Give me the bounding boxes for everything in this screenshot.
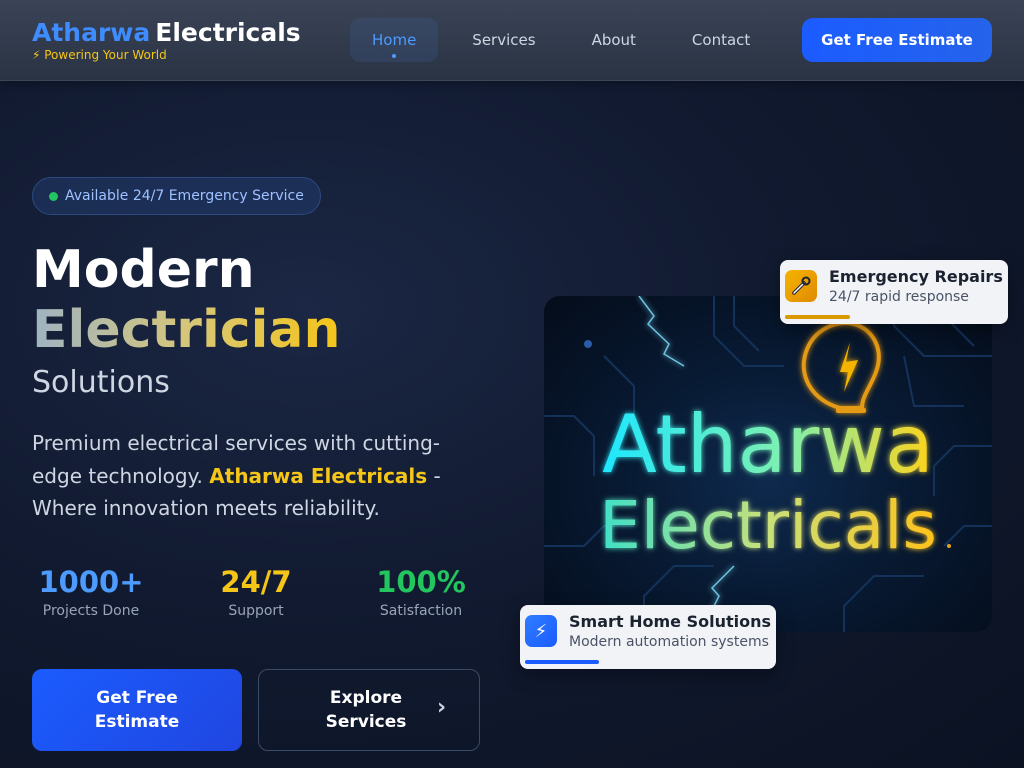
get-free-estimate-button[interactable]: Get Free Estimate: [32, 669, 242, 751]
stat-projects-value: 1000+: [38, 565, 144, 599]
smart-home-card-accent-bar: [525, 660, 599, 664]
nav-link-contact-label: Contact: [691, 31, 751, 49]
image-text-line1: Atharwa: [602, 398, 934, 491]
stat-projects: 1000+ Projects Done: [16, 563, 166, 619]
stat-support: 24/7 Support: [181, 563, 331, 619]
nav-link-about-label: About: [591, 31, 636, 49]
nav-link-home[interactable]: Home: [350, 18, 439, 62]
spark-dot: [947, 544, 951, 548]
brand-name-part2: Electricals: [155, 18, 301, 47]
chevron-right-icon: ›: [437, 695, 447, 720]
active-indicator-dot: [392, 54, 397, 58]
brand-logo[interactable]: Atharwa Electricals ⚡ Powering Your World: [32, 18, 301, 62]
emergency-repairs-title: Emergency Repairs: [829, 267, 1003, 286]
get-free-estimate-nav-button[interactable]: Get Free Estimate: [802, 18, 992, 62]
hero-logo-image: Atharwa Electricals: [544, 296, 992, 632]
badge-label: Available 24/7 Emergency Service: [65, 188, 304, 204]
emergency-card-accent-bar: [785, 315, 850, 319]
hero-description: Premium electrical services with cutting…: [32, 427, 472, 525]
hero-title-line3: Solutions: [32, 365, 170, 400]
nav-link-services-label: Services: [472, 31, 536, 49]
stat-support-label: Support: [228, 603, 284, 619]
stat-satisfaction-label: Satisfaction: [379, 603, 463, 619]
image-text-line2: Electricals: [599, 487, 937, 564]
brand-tagline: ⚡ Powering Your World: [32, 48, 167, 62]
hero-title-line1: Modern: [32, 240, 255, 300]
emergency-service-badge: Available 24/7 Emergency Service: [32, 177, 321, 215]
emergency-repairs-card: Emergency Repairs 24/7 rapid response: [780, 260, 1008, 324]
status-dot-icon: [49, 192, 58, 201]
stat-satisfaction-value: 100%: [376, 565, 466, 599]
description-highlight: Atharwa Electricals: [209, 463, 428, 488]
circuit-node: [584, 340, 592, 348]
explore-services-label: Explore Services: [325, 688, 407, 732]
smart-home-subtitle: Modern automation systems: [569, 634, 769, 650]
nav-link-contact[interactable]: Contact: [670, 18, 772, 62]
wrench-icon: [785, 270, 817, 302]
lightning-icon: ⚡: [525, 615, 557, 647]
hero-title-line2: Electrician: [32, 300, 341, 360]
emergency-repairs-subtitle: 24/7 rapid response: [829, 289, 969, 305]
nav-link-services[interactable]: Services: [450, 18, 557, 62]
brand-name-part1: Atharwa: [32, 18, 151, 47]
stat-support-value: 24/7: [220, 565, 292, 599]
nav-links: Home Services About Contact: [350, 18, 784, 62]
circuit-background: Atharwa Electricals: [544, 296, 992, 632]
stat-projects-label: Projects Done: [42, 603, 140, 619]
explore-services-button[interactable]: Explore Services ›: [258, 669, 480, 751]
top-navbar: Atharwa Electricals ⚡ Powering Your World…: [0, 0, 1024, 81]
smart-home-title: Smart Home Solutions: [569, 612, 772, 631]
nav-link-about[interactable]: About: [570, 18, 658, 62]
stat-satisfaction: 100% Satisfaction: [346, 563, 496, 619]
brand-name: Atharwa Electricals: [32, 18, 301, 48]
nav-link-home-label: Home: [372, 31, 417, 49]
smart-home-card: ⚡ Smart Home Solutions Modern automation…: [520, 605, 776, 669]
